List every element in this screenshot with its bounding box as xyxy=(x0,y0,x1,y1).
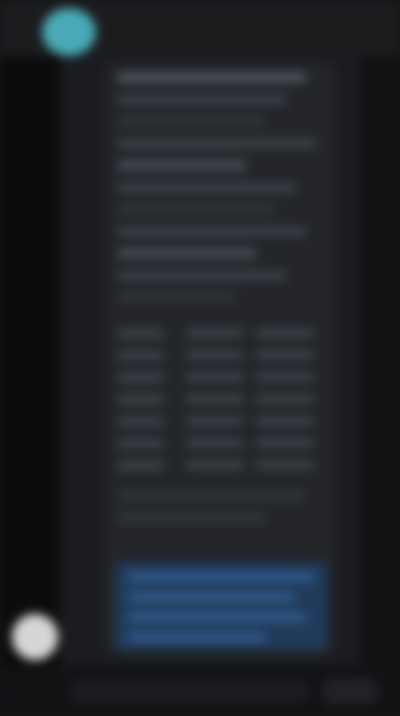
table-cell xyxy=(255,350,315,360)
message-line xyxy=(117,182,297,193)
table-cell xyxy=(185,416,245,426)
message-line xyxy=(117,350,165,361)
top-avatar-icon[interactable] xyxy=(42,8,96,56)
table-cell xyxy=(185,394,245,404)
bottom-avatar-icon[interactable] xyxy=(12,614,58,660)
highlighted-block xyxy=(115,562,327,650)
message-line xyxy=(117,248,257,259)
right-pane xyxy=(360,56,400,666)
message-input[interactable] xyxy=(70,678,310,704)
table-cell xyxy=(255,394,315,404)
table-cell xyxy=(255,328,315,338)
message-line xyxy=(117,328,165,339)
message-line xyxy=(117,116,267,127)
message-line xyxy=(117,512,267,523)
message-line xyxy=(117,416,165,427)
message-line xyxy=(117,160,247,171)
table-cell xyxy=(185,460,245,470)
table-cell xyxy=(255,460,315,470)
message-line xyxy=(117,94,287,105)
message-line xyxy=(117,394,165,405)
message-line xyxy=(117,438,165,449)
highlighted-line xyxy=(127,632,267,642)
highlighted-line xyxy=(127,592,297,602)
table-cell xyxy=(255,372,315,382)
table-cell xyxy=(255,438,315,448)
message-line xyxy=(117,490,307,501)
message-line xyxy=(117,270,287,281)
highlighted-line xyxy=(127,572,315,582)
message-line xyxy=(117,204,277,215)
highlighted-line xyxy=(127,612,307,622)
left-pane xyxy=(0,56,60,666)
message-line xyxy=(117,460,165,471)
message-line xyxy=(117,226,307,237)
window-title xyxy=(110,18,310,32)
table-cell xyxy=(185,438,245,448)
message-line xyxy=(117,372,165,383)
table-cell xyxy=(185,328,245,338)
table-cell xyxy=(185,350,245,360)
message-line xyxy=(117,72,307,83)
message-line xyxy=(117,138,317,149)
message-line xyxy=(117,292,237,303)
send-button[interactable] xyxy=(322,678,378,704)
top-bar xyxy=(0,0,400,56)
message-card xyxy=(105,62,335,656)
table-cell xyxy=(185,372,245,382)
table-cell xyxy=(255,416,315,426)
blurred-screen xyxy=(0,0,400,716)
